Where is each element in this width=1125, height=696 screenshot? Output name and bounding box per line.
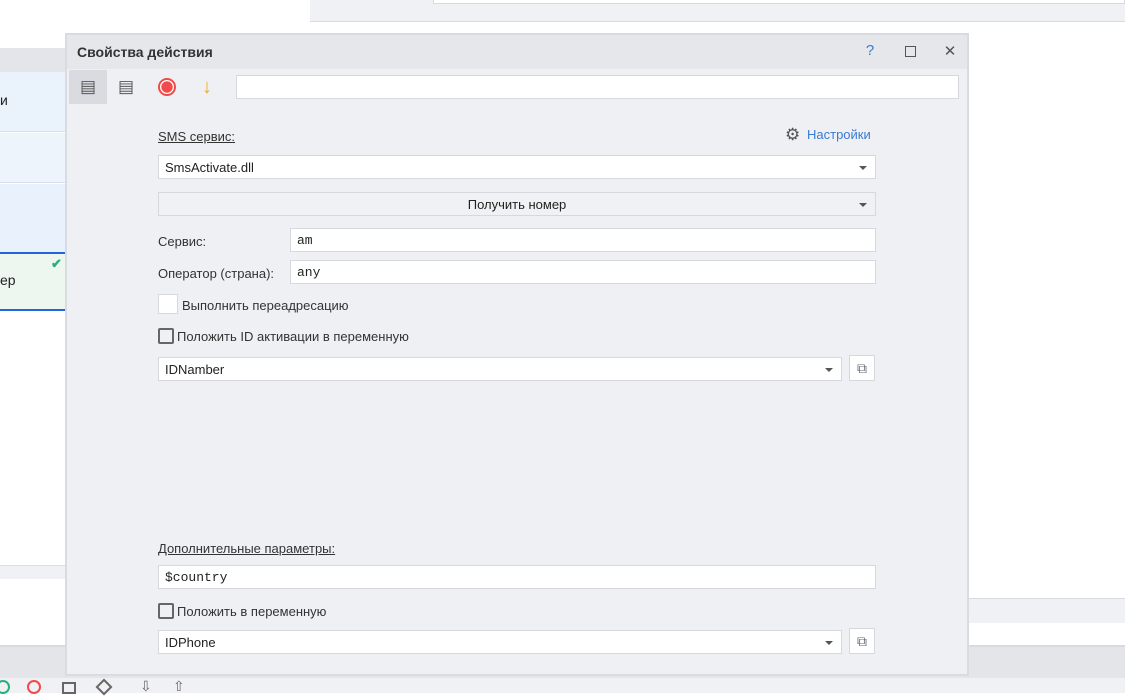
id-variable-select[interactable]: IDNamber <box>158 357 842 381</box>
copy-icon: ⧉ <box>857 632 867 649</box>
extra-params-input[interactable] <box>158 565 876 589</box>
copy-button[interactable]: ⧉ <box>849 355 875 381</box>
arrow-down-icon: ↓ <box>202 75 212 98</box>
operator-input[interactable] <box>290 260 876 284</box>
phone-variable-select[interactable]: IDPhone <box>158 630 842 654</box>
maximize-button[interactable] <box>899 42 921 62</box>
save-var-label: Положить в переменную <box>177 604 327 619</box>
list-item[interactable]: и <box>0 72 66 132</box>
record-icon <box>158 78 176 96</box>
list-item-selected[interactable]: ер ✔ <box>0 252 66 311</box>
service-input[interactable] <box>290 228 876 252</box>
close-button[interactable]: ✕ <box>939 42 961 62</box>
action-value: Получить номер <box>467 197 567 212</box>
add-icon[interactable] <box>0 680 10 694</box>
list-item[interactable] <box>0 133 66 183</box>
dialog-title: Свойства действия <box>77 44 213 60</box>
panel-footer <box>0 565 66 579</box>
id-variable-value: IDNamber <box>165 362 225 377</box>
service-label: Сервис: <box>158 234 207 249</box>
chevron-down-icon <box>859 203 867 207</box>
panel-header <box>0 48 66 72</box>
operator-label: Оператор (страна): <box>158 266 275 281</box>
toolbar-input[interactable] <box>236 75 959 99</box>
list-item[interactable] <box>0 184 66 252</box>
copy-icon: ⧉ <box>857 359 867 376</box>
frame-icon[interactable] <box>62 682 76 694</box>
record-button[interactable] <box>148 70 186 104</box>
settings-link[interactable]: Настройки <box>807 127 871 142</box>
sms-service-select[interactable]: SmsActivate.dll <box>158 155 876 179</box>
copy-button[interactable]: ⧉ <box>849 628 875 654</box>
sms-service-value: SmsActivate.dll <box>165 160 254 175</box>
edit-tab[interactable]: ▤ <box>107 70 145 104</box>
check-icon: ✔ <box>51 256 62 271</box>
move-up-icon[interactable]: ⇧ <box>173 678 185 695</box>
doc-settings-icon: ▤ <box>79 77 97 96</box>
chevron-down-icon <box>859 166 867 170</box>
help-button[interactable]: ? <box>859 42 881 62</box>
remove-icon[interactable] <box>27 680 41 694</box>
phone-variable-value: IDPhone <box>165 635 216 650</box>
redirect-checkbox[interactable] <box>158 294 178 314</box>
chevron-down-icon <box>825 641 833 645</box>
extra-params-label: Дополнительные параметры: <box>158 541 336 556</box>
top-input[interactable] <box>433 0 1125 4</box>
list-item-label: и <box>0 92 8 108</box>
dialog-titlebar: Свойства действия ? ✕ <box>67 35 967 69</box>
save-id-label: Положить ID активации в переменную <box>177 329 409 344</box>
list-item-label: ер <box>0 272 16 288</box>
save-icon <box>158 328 174 344</box>
redirect-label: Выполнить переадресацию <box>182 298 349 313</box>
sms-service-label: SMS сервис: <box>158 129 236 144</box>
status-strip <box>968 598 1125 623</box>
action-select[interactable]: Получить номер <box>158 192 876 216</box>
properties-tab[interactable]: ▤ <box>69 70 107 104</box>
bottom-toolbar: ⇩ ⇧ <box>0 678 1125 696</box>
save-icon <box>158 603 174 619</box>
move-down-icon[interactable]: ⇩ <box>140 678 152 695</box>
action-properties-dialog: Свойства действия ? ✕ ▤ ▤ ↓ SMS сервис: … <box>65 33 969 676</box>
arrow-down-button[interactable]: ↓ <box>188 70 226 104</box>
doc-edit-icon: ▤ <box>117 77 135 96</box>
chevron-down-icon <box>825 368 833 372</box>
gear-icon[interactable]: ⚙ <box>785 125 800 145</box>
